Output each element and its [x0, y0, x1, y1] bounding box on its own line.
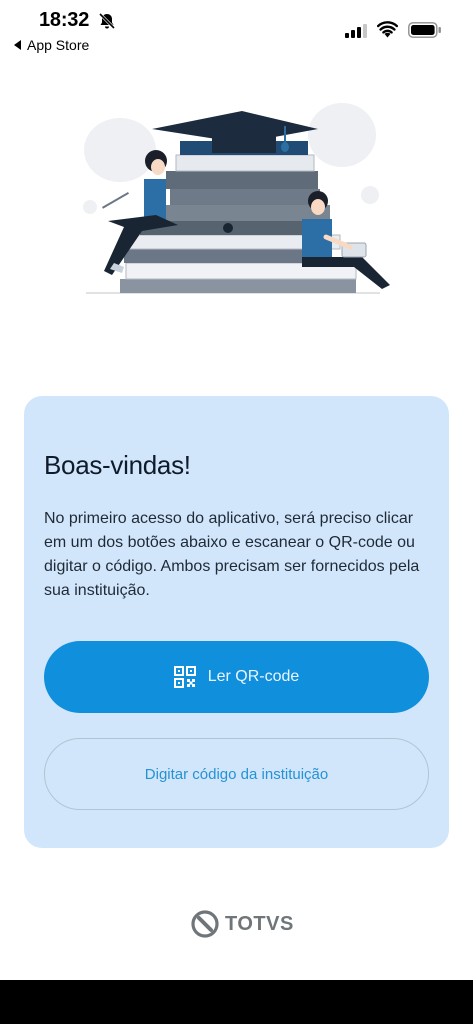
enter-institution-code-label: Digitar código da instituição [144, 765, 329, 783]
brand-logo: TOTVS [191, 910, 294, 938]
brand-name: TOTVS [225, 912, 294, 935]
back-label: App Store [27, 37, 90, 53]
enter-institution-code-button[interactable]: Digitar código da instituição [44, 738, 429, 810]
welcome-title: Boas-vindas! [44, 450, 191, 480]
battery-icon [408, 22, 441, 38]
back-to-app-store[interactable]: App Store [14, 37, 89, 53]
totvs-logo-icon [191, 910, 219, 938]
back-arrow-icon [14, 40, 21, 50]
bell-slash-icon [98, 12, 116, 30]
read-qr-code-button[interactable]: Ler QR-code [44, 641, 429, 713]
welcome-description: No primeiro acesso do aplicativo, será p… [44, 510, 420, 599]
status-bar: 18:32 App Store [0, 0, 473, 58]
read-qr-code-label: Ler QR-code [207, 668, 300, 685]
welcome-card: Boas-vindas! No primeiro acesso do aplic… [24, 396, 449, 848]
status-time: 18:32 [39, 9, 90, 31]
hero-illustration [83, 103, 390, 294]
bottom-bar [0, 980, 473, 1024]
signal-icon [345, 24, 367, 38]
wifi-icon [377, 21, 398, 38]
qr-code-icon [173, 666, 196, 688]
